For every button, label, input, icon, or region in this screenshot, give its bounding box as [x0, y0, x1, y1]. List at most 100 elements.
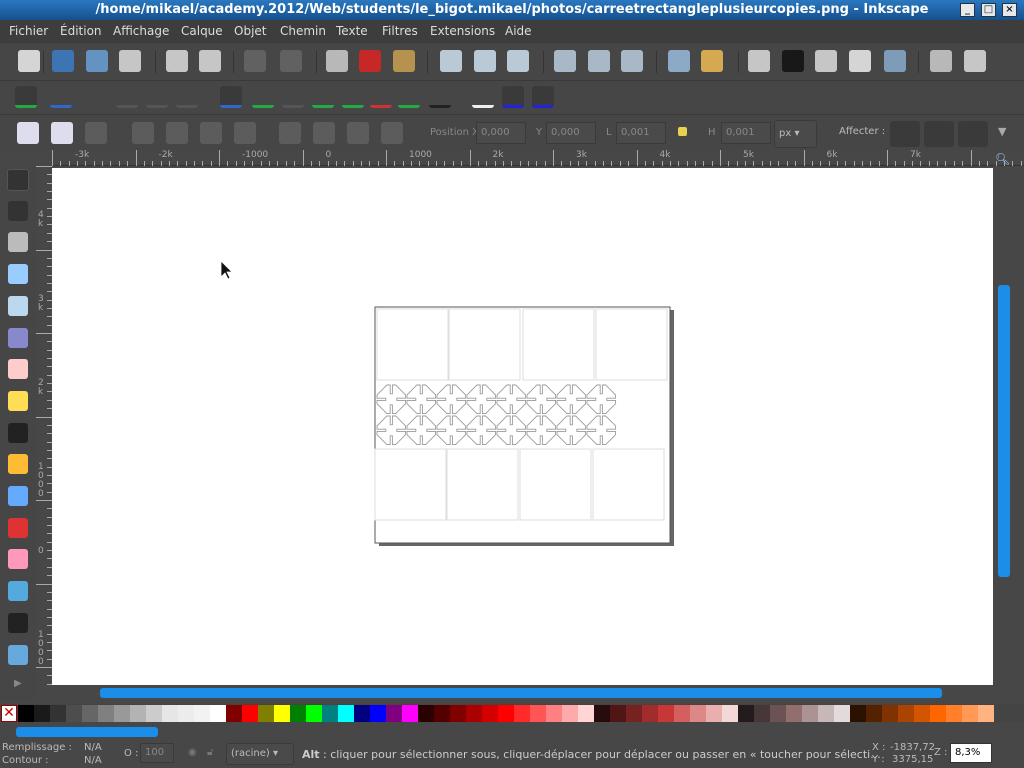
snap-page-border-icon[interactable]: [472, 86, 494, 108]
paint-bucket-tool-icon[interactable]: [8, 581, 28, 602]
close-button[interactable]: ×: [1002, 3, 1017, 17]
color-swatch[interactable]: [706, 705, 722, 722]
raise-icon[interactable]: [347, 122, 369, 144]
select-all-icon[interactable]: [17, 122, 39, 144]
color-swatch[interactable]: [354, 705, 370, 722]
menu-7[interactable]: Filtres: [382, 24, 418, 38]
color-swatch[interactable]: [834, 705, 850, 722]
menu-6[interactable]: Texte: [336, 24, 368, 38]
color-swatch[interactable]: [66, 705, 82, 722]
color-swatch[interactable]: [882, 705, 898, 722]
snap-nodes-icon[interactable]: [220, 86, 242, 108]
color-swatch[interactable]: [418, 705, 434, 722]
zoom-tool-icon[interactable]: [8, 264, 28, 285]
color-swatch[interactable]: [210, 705, 226, 722]
import-icon[interactable]: [166, 50, 188, 72]
text-tool-icon[interactable]: [8, 612, 28, 633]
color-swatch[interactable]: [802, 705, 818, 722]
color-swatch[interactable]: [466, 705, 482, 722]
color-swatch[interactable]: [194, 705, 210, 722]
export-icon[interactable]: [199, 50, 221, 72]
deselect-icon[interactable]: [85, 122, 107, 144]
color-swatch[interactable]: [338, 705, 354, 722]
toolbox-overflow-icon[interactable]: ▶: [14, 678, 22, 689]
unit-select[interactable]: px ▾: [774, 120, 817, 148]
align-distribute-icon[interactable]: [884, 50, 906, 72]
maximize-button[interactable]: □: [981, 3, 996, 17]
star-tool-icon[interactable]: [8, 390, 28, 411]
menu-8[interactable]: Extensions: [430, 24, 495, 38]
color-swatch[interactable]: [306, 705, 322, 722]
menu-5[interactable]: Chemin: [280, 24, 326, 38]
color-swatch[interactable]: [18, 705, 34, 722]
eraser-tool-icon[interactable]: [8, 549, 28, 570]
zoom-selection-icon[interactable]: [440, 50, 462, 72]
node-tool-icon[interactable]: [8, 200, 28, 221]
fill-value[interactable]: N/A: [84, 742, 102, 753]
color-swatch[interactable]: [674, 705, 690, 722]
document-properties-icon[interactable]: [930, 50, 952, 72]
color-swatch[interactable]: [690, 705, 706, 722]
snap-bbox-midpoint-icon[interactable]: [176, 86, 198, 108]
connector-tool-icon[interactable]: [8, 644, 28, 665]
horizontal-scrollbar[interactable]: [52, 686, 993, 700]
lower-bottom-icon[interactable]: [279, 122, 301, 144]
horizontal-scroll-thumb[interactable]: [100, 688, 942, 698]
color-swatch[interactable]: [258, 705, 274, 722]
snap-line-midpoint-icon[interactable]: [370, 86, 392, 108]
color-swatch[interactable]: [402, 705, 418, 722]
menu-1[interactable]: Édition: [60, 24, 102, 38]
color-swatch[interactable]: [738, 705, 754, 722]
open-icon[interactable]: [52, 50, 74, 72]
group-icon[interactable]: [668, 50, 690, 72]
3d-box-tool-icon[interactable]: [8, 327, 28, 348]
paste-icon[interactable]: [393, 50, 415, 72]
lower-icon[interactable]: [313, 122, 335, 144]
color-swatch[interactable]: [498, 705, 514, 722]
clone-icon[interactable]: [588, 50, 610, 72]
color-swatch[interactable]: [290, 705, 306, 722]
vertical-scrollbar[interactable]: [995, 168, 1015, 685]
layers-icon[interactable]: [815, 50, 837, 72]
affect-stroke-toggle[interactable]: [890, 121, 920, 147]
preferences-icon[interactable]: [964, 50, 986, 72]
ungroup-icon[interactable]: [701, 50, 723, 72]
xml-editor-icon[interactable]: [849, 50, 871, 72]
calligraphy-tool-icon[interactable]: [8, 517, 28, 538]
fill-stroke-icon[interactable]: [748, 50, 770, 72]
layer-select[interactable]: (racine) ▾: [226, 743, 294, 765]
snap-bbox-icon[interactable]: [50, 86, 72, 108]
color-swatch[interactable]: [274, 705, 290, 722]
zoom-corner-icon[interactable]: 🔍︎: [995, 152, 1013, 168]
color-swatch[interactable]: [146, 705, 162, 722]
selector-tool-icon[interactable]: [7, 169, 29, 191]
snap-smooth-node-icon[interactable]: [342, 86, 364, 108]
color-swatch[interactable]: [626, 705, 642, 722]
select-all-layers-icon[interactable]: [51, 122, 73, 144]
position-y-input[interactable]: 0,000: [546, 122, 596, 144]
snap-object-center-icon[interactable]: [398, 86, 420, 108]
affect-gradient-toggle[interactable]: [958, 121, 988, 147]
position-x-input[interactable]: 0,000: [476, 122, 526, 144]
canvas[interactable]: [52, 168, 993, 685]
color-swatch[interactable]: [578, 705, 594, 722]
menu-2[interactable]: Affichage: [113, 24, 169, 38]
color-swatch[interactable]: [530, 705, 546, 722]
color-swatch[interactable]: [562, 705, 578, 722]
color-swatch[interactable]: [610, 705, 626, 722]
color-swatch[interactable]: [162, 705, 178, 722]
stroke-value[interactable]: N/A: [84, 755, 102, 766]
duplicate-icon[interactable]: [554, 50, 576, 72]
rotate-cw-icon[interactable]: [166, 122, 188, 144]
layer-lock-icon[interactable]: 🔓︎: [207, 747, 213, 758]
snap-guide-icon[interactable]: [532, 86, 554, 108]
color-swatch[interactable]: [594, 705, 610, 722]
snap-toggle-icon[interactable]: [15, 86, 37, 108]
ellipse-tool-icon[interactable]: [8, 359, 28, 380]
color-swatch[interactable]: [34, 705, 50, 722]
rectangle-tool-icon[interactable]: [8, 295, 28, 316]
color-swatch[interactable]: [722, 705, 738, 722]
color-swatch[interactable]: [946, 705, 962, 722]
text-font-icon[interactable]: [782, 50, 804, 72]
spiral-tool-icon[interactable]: [8, 422, 28, 443]
